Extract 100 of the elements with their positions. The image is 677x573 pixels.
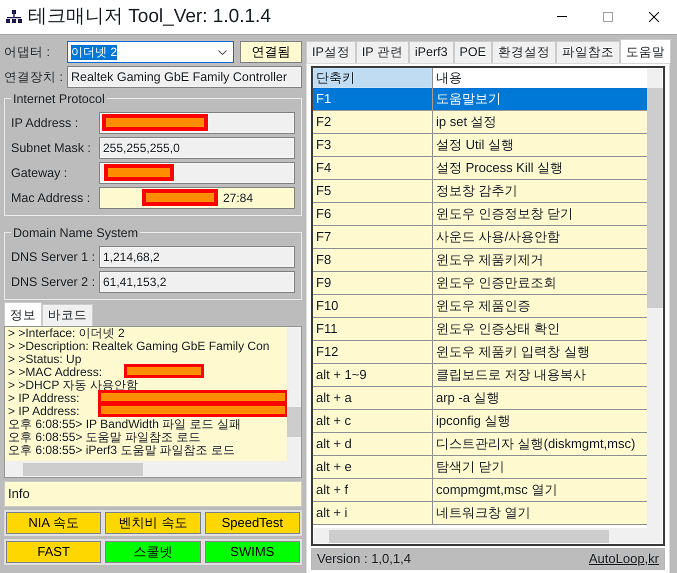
table-cell-text: 정보창 감추기 xyxy=(435,182,519,200)
table-row[interactable]: F8 윈도우 제품키제거 xyxy=(313,249,647,272)
table-cell: F11 xyxy=(313,318,433,340)
table-row[interactable]: F2 ip set 설정 xyxy=(313,111,647,134)
field-label: Mac Address : xyxy=(11,190,92,207)
horizontal-scrollbar[interactable] xyxy=(5,461,301,477)
table-row[interactable]: F3 설정 Util 실행 xyxy=(313,134,647,157)
table-row[interactable]: F6 윈도우 인증정보창 닫기 xyxy=(313,203,647,226)
table-cell-text: 윈도우 제품인증 xyxy=(435,297,532,315)
table-cell: alt + f xyxy=(313,479,433,501)
log-line: > IP Address: xyxy=(8,404,80,418)
tab[interactable]: 파일참조 xyxy=(556,41,620,63)
window-title: 테크매니저 Tool_Ver: 1.0.1.4 xyxy=(28,4,271,29)
value-field: 27:84 xyxy=(99,187,295,209)
table-cell: F4 xyxy=(313,157,433,179)
action-button[interactable]: SpeedTest xyxy=(204,512,300,534)
action-button[interactable]: 벤치비 속도 xyxy=(105,512,201,534)
log-line: 오후 6:08:55> 도움말 파일참조 로드 xyxy=(8,430,200,444)
table-row[interactable]: F10 윈도우 제품인증 xyxy=(313,295,647,318)
log-line: 오후 6:08:55> iPerf3 도움말 파일참조 로드 xyxy=(8,443,236,457)
value-field: 255,255,255,0 xyxy=(99,137,295,159)
connection-status-button[interactable]: 연결됨 xyxy=(240,41,302,63)
table-cell: F10 xyxy=(313,295,433,317)
table-row[interactable]: alt + i 네트워크창 열기 xyxy=(313,502,647,525)
vertical-scrollbar[interactable] xyxy=(647,68,663,528)
table-cell: alt + c xyxy=(313,410,433,432)
log-line: > >Status: Up xyxy=(8,352,82,366)
maximize-icon[interactable] xyxy=(603,12,613,22)
field-label: 연결장치 : xyxy=(4,68,64,86)
table-cell: alt + d xyxy=(313,433,433,455)
device-field: Realtek Gaming GbE Family Controller xyxy=(67,66,302,88)
table-row[interactable]: F7 사운드 사용/사용안함 xyxy=(313,226,647,249)
table-cell: F12 xyxy=(313,341,433,363)
table-cell: F1 xyxy=(313,88,433,110)
table-cell: F2 xyxy=(313,111,433,133)
column-header[interactable]: 내용 xyxy=(433,68,647,88)
table-row[interactable]: F11 윈도우 인증상태 확인 xyxy=(313,318,647,341)
tab[interactable]: IP설정 xyxy=(306,41,356,63)
table-cell: F3 xyxy=(313,134,433,156)
table-cell: F5 xyxy=(313,180,433,202)
action-button[interactable]: 스쿨넷 xyxy=(105,541,201,563)
log-line: > IP Address: xyxy=(8,391,80,405)
adapter-dropdown[interactable]: 이더넷 2 xyxy=(67,41,234,63)
network-icon xyxy=(6,10,22,24)
table-cell: F8 xyxy=(313,249,433,271)
table-cell-text: ip set 설정 xyxy=(435,113,498,131)
action-button[interactable]: FAST xyxy=(6,541,102,563)
table-cell: alt + 1~9 xyxy=(313,364,433,386)
field-label: Gateway : xyxy=(11,164,68,182)
tab[interactable]: iPerf3 xyxy=(408,41,454,63)
table-row[interactable]: alt + e 탐색기 닫기 xyxy=(313,456,647,479)
table-cell-text: 디스트관리자 실행(diskmgmt,msc) xyxy=(435,435,636,453)
table-row[interactable]: alt + d 디스트관리자 실행(diskmgmt,msc) xyxy=(313,433,647,456)
table-cell-text: 탐색기 닫기 xyxy=(435,458,506,476)
table-cell-text: 윈도우 인증만료조회 xyxy=(435,274,558,292)
table-cell: F9 xyxy=(313,272,433,294)
table-row[interactable]: F5 정보창 감추기 xyxy=(313,180,647,203)
vertical-scrollbar[interactable] xyxy=(287,327,301,461)
table-cell-text: 클립보드로 저장 내용복사 xyxy=(435,366,588,384)
tab[interactable]: POE xyxy=(454,41,492,63)
table-row[interactable]: F12 윈도우 제품키 입력창 실행 xyxy=(313,341,647,364)
version-text: Version : 1,0,1,4 xyxy=(317,550,411,568)
tab[interactable]: 바코드 xyxy=(42,304,93,326)
table-cell: alt + i xyxy=(313,502,433,524)
table-cell-text: 윈도우 인증상태 확인 xyxy=(435,320,562,338)
caret-icon[interactable] xyxy=(218,50,227,54)
log-line: 오후 6:08:55> IP BandWidth 파일 로드 실패 xyxy=(8,417,241,431)
table-row[interactable]: F4 설정 Process Kill 실행 xyxy=(313,157,647,180)
tab[interactable]: 환경설정 xyxy=(492,41,556,63)
value-field: 1,214,68,2 xyxy=(99,246,295,268)
table-cell-text: ipconfig 실행 xyxy=(435,412,512,430)
field-label: 어댑터 : xyxy=(4,44,51,61)
tab[interactable]: 정보 xyxy=(4,302,42,326)
field-label: DNS Server 1 : xyxy=(11,248,96,266)
minimize-icon[interactable] xyxy=(557,16,567,18)
website-link[interactable]: AutoLoop,kr xyxy=(588,548,659,570)
table-row[interactable]: F9 윈도우 인증만료조회 xyxy=(313,272,647,295)
table-row[interactable]: alt + 1~9 클립보드로 저장 내용복사 xyxy=(313,364,647,387)
field-label: IP Address : xyxy=(11,114,80,132)
table-row[interactable]: alt + c ipconfig 실행 xyxy=(313,410,647,433)
table-cell-text: arp -a 실행 xyxy=(435,389,501,407)
table-row[interactable]: alt + f compmgmt,msc 열기 xyxy=(313,479,647,502)
tab[interactable]: 도움말 xyxy=(620,39,671,63)
table-row[interactable]: F1 도움말보기 xyxy=(313,88,647,111)
action-button[interactable]: SWIMS xyxy=(204,541,300,563)
table-cell-text: 설정 Process Kill 실행 xyxy=(435,159,564,177)
table-cell-text: 윈도우 제품키 입력창 실행 xyxy=(435,343,591,361)
table-cell-text: 윈도우 제품키제거 xyxy=(435,251,545,269)
value-field: 61,41,153,2 xyxy=(99,271,295,293)
column-header[interactable]: 단축키 xyxy=(313,68,433,88)
tab[interactable]: IP 관련 xyxy=(356,41,409,63)
field-label: Subnet Mask : xyxy=(11,140,92,157)
table-cell: F7 xyxy=(313,226,433,248)
info-field: Info xyxy=(4,481,302,507)
close-icon[interactable] xyxy=(649,12,659,22)
table-cell-text: 네트워크창 열기 xyxy=(435,504,532,522)
table-cell-text: 윈도우 인증정보창 닫기 xyxy=(435,205,574,223)
action-button[interactable]: NIA 속도 xyxy=(6,512,102,534)
table-row[interactable]: alt + a arp -a 실행 xyxy=(313,387,647,410)
horizontal-scrollbar[interactable] xyxy=(313,528,663,544)
